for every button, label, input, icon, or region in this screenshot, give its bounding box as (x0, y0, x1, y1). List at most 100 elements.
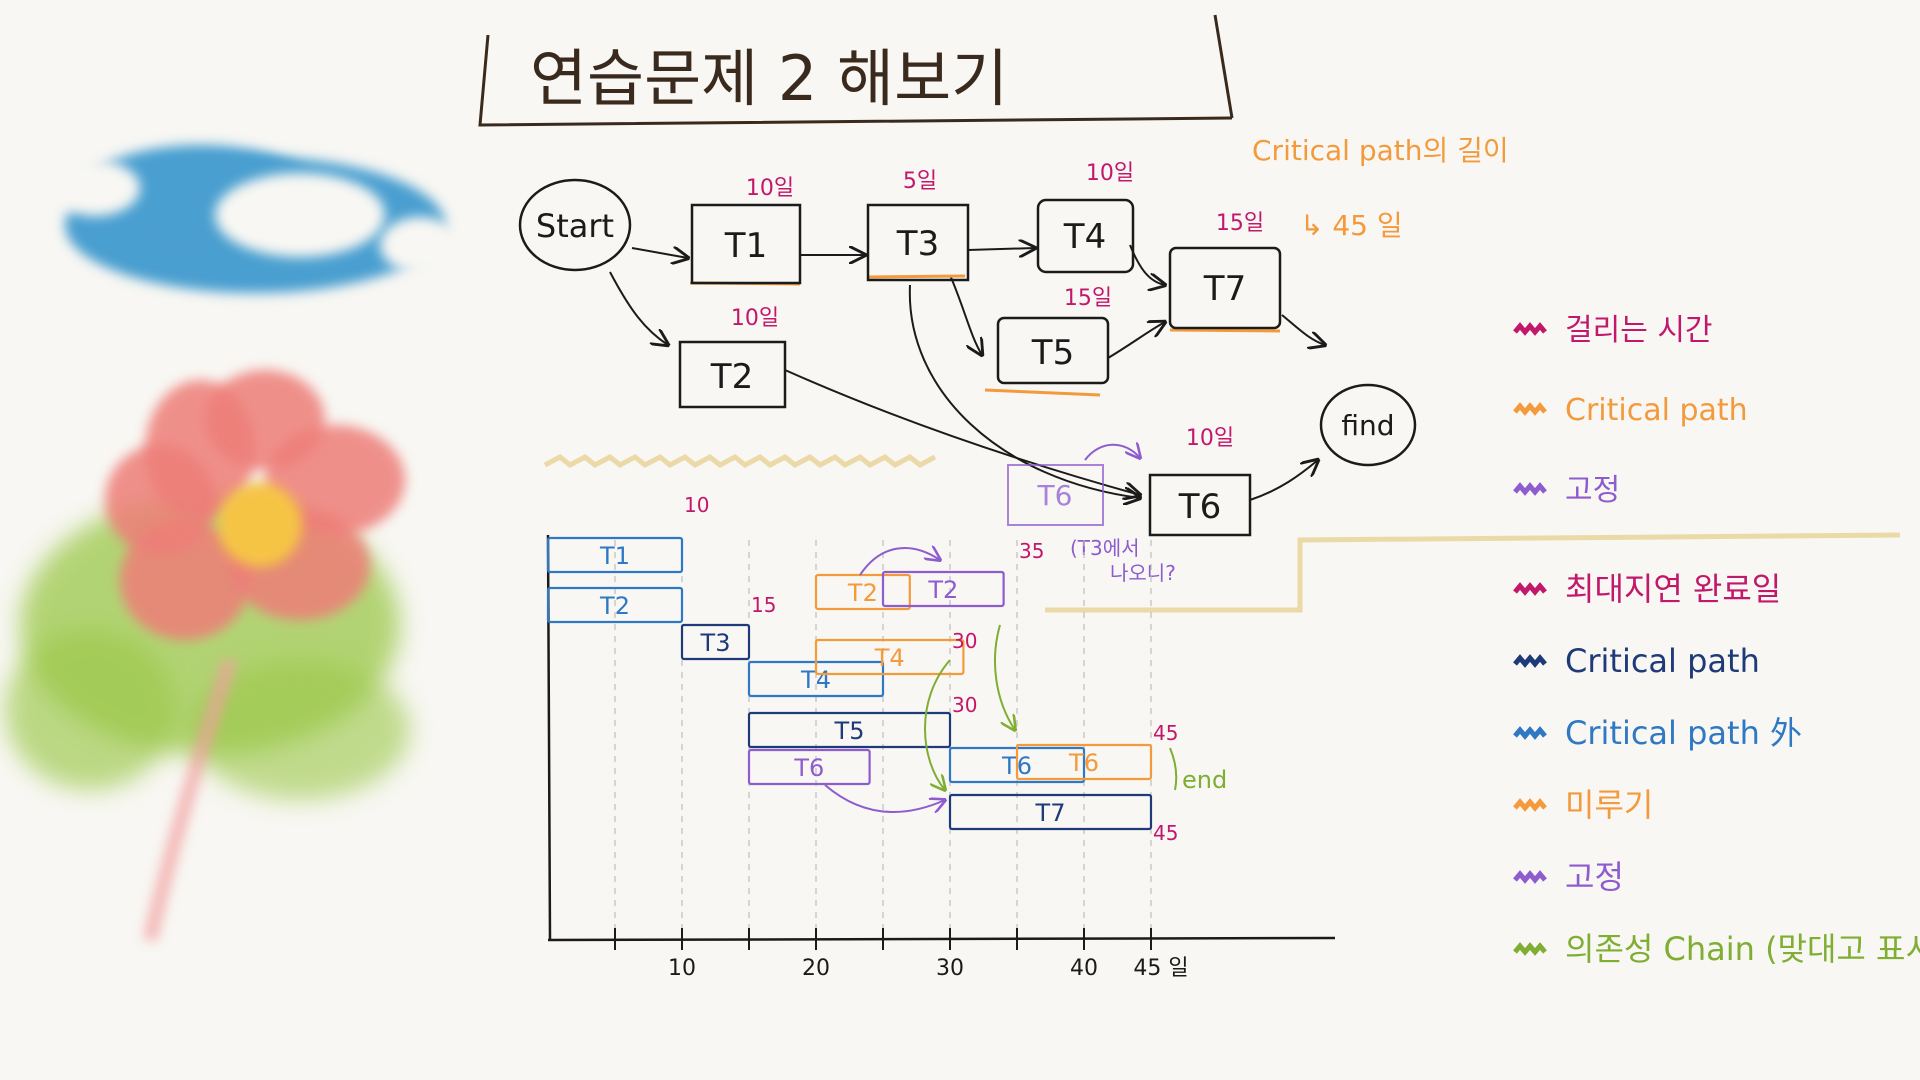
title-block: 연습문제 2 해보기 (478, 14, 1234, 127)
legend-swatch (1513, 582, 1547, 596)
critical-note-line1: Critical path의 길이 (1252, 134, 1509, 167)
gantt-bar-t2[interactable]: T2 (814, 573, 911, 611)
gantt-finish-label: 30 (952, 629, 977, 653)
legend-top: 걸리는 시간 Critical path 고정 (1513, 313, 1748, 508)
gantt-bar-label: T4 (874, 644, 905, 672)
gantt-bar-t6[interactable]: T6 (1015, 743, 1153, 781)
legend-label: 최대지연 완료일 (1565, 570, 1781, 608)
edge-t5-t7 (1107, 322, 1165, 359)
legend-item: 고정 (1513, 473, 1620, 508)
legend-label: Critical path 外 (1565, 714, 1802, 752)
node-t7-duration: 15일 (1216, 211, 1264, 236)
legend-item: 걸리는 시간 (1513, 313, 1713, 348)
gantt-tick-label: 20 (802, 956, 830, 981)
legend-item: Critical path (1513, 642, 1760, 680)
page-title: 연습문제 2 해보기 (530, 42, 1008, 115)
gantt-x-axis (547, 936, 1336, 942)
node-t6[interactable]: T6 10일 (1148, 426, 1252, 537)
gantt-bar-label: T5 (834, 717, 865, 745)
gantt-finish-label: 10 (684, 493, 709, 517)
legend-item: 의존성 Chain (맞대고 표시) (1513, 930, 1920, 968)
gantt-bar-label: T6 (793, 754, 824, 782)
edge-t7-end (1281, 314, 1325, 345)
gantt-bar-label: T6 (1068, 749, 1099, 777)
legend-swatch (1513, 726, 1547, 740)
legend-swatch (1513, 322, 1547, 336)
gantt-finish-label: 30 (952, 693, 977, 717)
gantt-bar-t5[interactable]: T5 (747, 711, 952, 749)
node-t1[interactable]: T1 10일 (690, 176, 802, 285)
node-t5-duration: 15일 (1064, 286, 1112, 311)
node-t6-duration: 10일 (1186, 426, 1234, 451)
cloud-illustration (50, 145, 460, 293)
edge-t3-t4 (967, 248, 1035, 250)
gantt-tick-label: 30 (936, 956, 964, 981)
node-t4-label: T4 (1063, 217, 1106, 257)
edge-t6-end (1249, 460, 1318, 501)
legend-swatch (1513, 482, 1547, 496)
gantt-bars: T1T2T3T4T5T6 T6T7T2 T2T4T6 (546, 536, 1153, 831)
gantt-finish-label: 15 (751, 593, 776, 617)
edge-start-t1 (631, 248, 688, 258)
gantt-bar-label: T2 (847, 579, 878, 607)
legend-item: Critical path (1513, 393, 1748, 428)
node-start[interactable]: Start (518, 178, 632, 272)
node-t6-shadow-label: T6 (1037, 479, 1073, 512)
node-t7[interactable]: T7 15일 (1168, 211, 1282, 330)
node-t2-label: T2 (710, 357, 753, 397)
gantt-bar-t3[interactable]: T3 (680, 623, 751, 661)
legend-item: 미루기 (1513, 786, 1653, 824)
node-t5[interactable]: T5 15일 (996, 286, 1112, 385)
node-t6-shadow: T6 (1007, 445, 1140, 526)
t6-note: (T3에서 나오니? (1070, 536, 1176, 585)
legend-label: 고정 (1565, 858, 1624, 896)
gantt-bar-label: T2 (927, 576, 958, 604)
legend-bottom: 최대지연 완료일 Critical path Critical path 外 미루기고… (1513, 570, 1920, 968)
legend-label: 의존성 Chain (맞대고 표시) (1565, 930, 1920, 968)
node-t1-duration: 10일 (746, 176, 794, 201)
gantt-tick-label: 40 (1070, 956, 1098, 981)
node-t3-duration: 5일 (903, 169, 937, 194)
legend-swatch (1513, 654, 1547, 668)
edge-t3-t5 (949, 274, 982, 355)
edge-t2-t6 (784, 369, 1140, 495)
whiteboard-canvas: 연습문제 2 해보기 Start T1 10일 T2 10일 T3 5일 T4 … (5, 14, 1920, 981)
critical-note-line2: ↳ 45 일 (1300, 209, 1403, 242)
legend-label: 고정 (1565, 473, 1620, 508)
gantt-tick-label: 45 일 (1133, 956, 1188, 981)
node-t5-label: T5 (1031, 333, 1074, 373)
gantt-bar-t1[interactable]: T1 (546, 536, 684, 574)
legend-swatch (1513, 942, 1547, 956)
gantt-finish-label: 35 (1019, 539, 1044, 563)
legend-swatch (1513, 402, 1547, 416)
legend-label: 미루기 (1565, 786, 1653, 824)
gantt-bar-t2[interactable]: T2 (546, 586, 684, 624)
edge-start-t2 (609, 271, 668, 345)
gantt-end-label: end (1182, 766, 1227, 794)
critical-path-note: Critical path의 길이 ↳ 45 일 (1252, 134, 1509, 242)
legend-swatch (1513, 798, 1547, 812)
gantt-bar-t6[interactable]: T6 (747, 748, 871, 786)
node-t3-label: T3 (896, 224, 939, 264)
gantt-finish-label: 45 (1153, 721, 1178, 745)
legend-label: Critical path (1565, 642, 1760, 680)
edge-t4-t7 (1129, 244, 1165, 285)
gantt-bar-t4[interactable]: T4 (814, 638, 965, 676)
flower-illustration (5, 370, 410, 942)
gantt-tick-label: 10 (668, 956, 696, 981)
gantt-bar-t7[interactable]: T7 (948, 793, 1153, 831)
node-t1-label: T1 (724, 226, 767, 266)
gantt-bar-label: T2 (599, 592, 630, 620)
gantt-bar-label: T7 (1035, 799, 1066, 827)
legend-item: 고정 (1513, 858, 1624, 896)
node-t2-duration: 10일 (731, 306, 779, 331)
t6-note-line1: (T3에서 (1070, 536, 1140, 560)
gantt-bar-t2[interactable]: T2 (881, 570, 1005, 608)
node-t3[interactable]: T3 5일 (866, 169, 970, 282)
legend-label: Critical path (1565, 393, 1748, 428)
node-t4[interactable]: T4 10일 (1036, 161, 1135, 274)
node-t2[interactable]: T2 10일 (678, 306, 787, 409)
legend-swatch (1513, 870, 1547, 884)
legend-label: 걸리는 시간 (1565, 313, 1713, 348)
node-end[interactable]: find (1319, 383, 1417, 467)
